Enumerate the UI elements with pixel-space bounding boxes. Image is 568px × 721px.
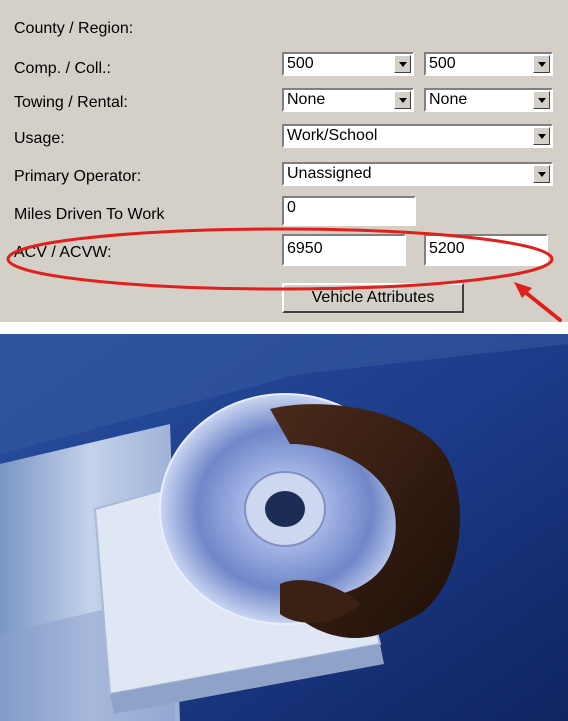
primary-operator-select-value: Unassigned: [287, 165, 372, 182]
towing-select-value: None: [287, 91, 326, 108]
miles-driven-label: Miles Driven To Work: [14, 206, 165, 223]
acv-acvw-label: ACV / ACVW:: [14, 244, 112, 261]
acvw-value: 5200: [429, 240, 465, 257]
comp-select-value: 500: [287, 55, 314, 72]
comp-select[interactable]: 500: [282, 52, 414, 76]
primary-operator-select[interactable]: Unassigned: [282, 162, 553, 186]
comp-coll-label: Comp. / Coll.:: [14, 60, 111, 77]
coll-select-value: 500: [429, 55, 456, 72]
usage-select-value: Work/School: [287, 127, 378, 144]
red-arrow-icon: [514, 282, 562, 322]
chevron-down-icon[interactable]: [394, 91, 411, 109]
acvw-input[interactable]: 5200: [424, 234, 548, 266]
primary-operator-label: Primary Operator:: [14, 168, 142, 185]
chevron-down-icon[interactable]: [533, 55, 550, 73]
rental-select-value: None: [429, 91, 468, 108]
miles-driven-value: 0: [287, 199, 296, 216]
usage-label: Usage:: [14, 130, 65, 147]
towing-rental-label: Towing / Rental:: [14, 94, 128, 111]
chevron-down-icon[interactable]: [533, 165, 550, 183]
county-region-label: County / Region:: [14, 20, 134, 37]
towing-select[interactable]: None: [282, 88, 414, 112]
miles-driven-input[interactable]: 0: [282, 196, 416, 226]
cd-drive-photo: [0, 334, 568, 721]
chevron-down-icon[interactable]: [533, 127, 550, 145]
acv-input[interactable]: 6950: [282, 234, 406, 266]
usage-select[interactable]: Work/School: [282, 124, 553, 148]
rental-select[interactable]: None: [424, 88, 553, 112]
chevron-down-icon[interactable]: [533, 91, 550, 109]
vehicle-attributes-button[interactable]: Vehicle Attributes: [282, 283, 464, 313]
vehicle-form-panel: County / Region: Comp. / Coll.: 500 500 …: [0, 0, 568, 322]
acv-value: 6950: [287, 240, 323, 257]
chevron-down-icon[interactable]: [394, 55, 411, 73]
coll-select[interactable]: 500: [424, 52, 553, 76]
